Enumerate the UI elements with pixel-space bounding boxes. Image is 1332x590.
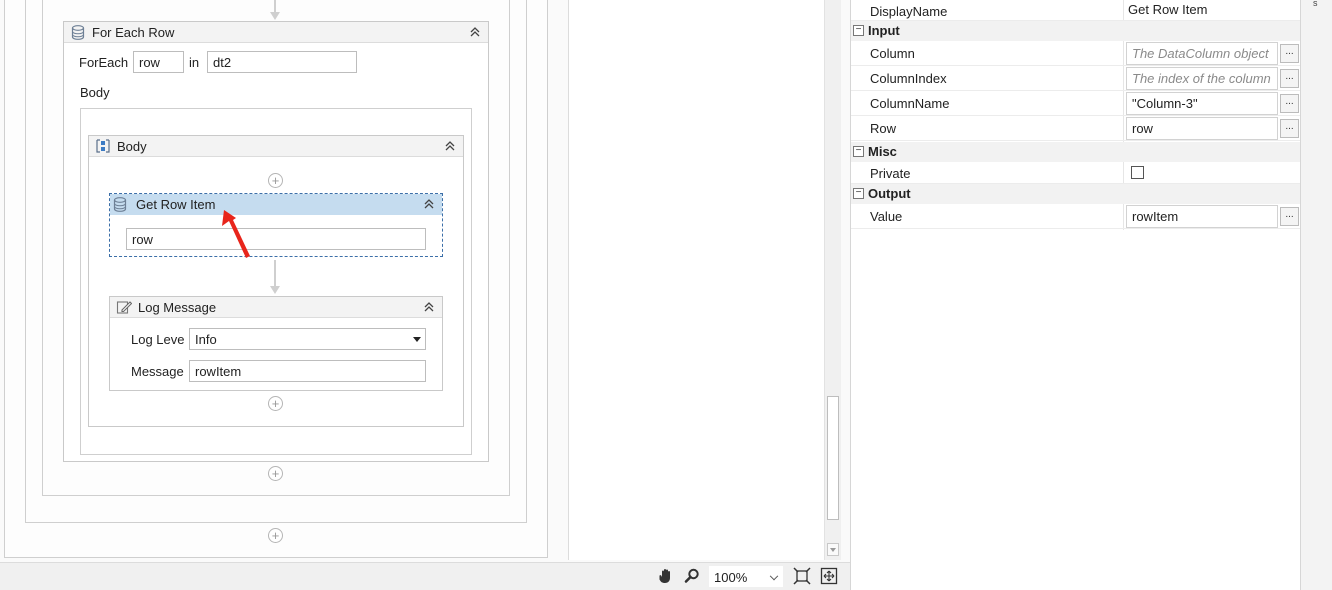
side-tab-label[interactable]: s — [1313, 0, 1318, 8]
add-activity-plus-icon[interactable]: + — [268, 396, 283, 411]
add-activity-plus-icon[interactable]: + — [268, 466, 283, 481]
get-row-item-title: Get Row Item — [136, 197, 216, 212]
add-activity-plus-icon[interactable]: + — [268, 528, 283, 543]
dropdown-arrow-icon — [413, 337, 421, 342]
sequence-icon — [95, 138, 111, 154]
category-misc[interactable]: − Misc — [851, 142, 1301, 162]
foreach-item-input[interactable]: row — [133, 51, 184, 73]
get-row-item-header[interactable]: Get Row Item — [110, 194, 442, 215]
category-title: Misc — [868, 144, 897, 159]
property-name: Private — [870, 166, 911, 181]
collapse-chevron-icon[interactable] — [422, 300, 436, 314]
get-row-item-row-input[interactable]: row — [126, 228, 426, 250]
property-name: DisplayName — [870, 4, 948, 19]
category-output[interactable]: − Output — [851, 184, 1301, 204]
body-sequence-header[interactable]: Body — [89, 136, 463, 157]
side-panel-strip[interactable]: s — [1300, 0, 1332, 590]
property-name: ColumnIndex — [870, 71, 947, 86]
property-name: Value — [870, 209, 903, 224]
property-row-value[interactable]: Value rowItem ... — [851, 204, 1301, 229]
property-name: ColumnName — [870, 96, 950, 111]
row-value-input[interactable]: row — [1126, 117, 1278, 140]
body-sequence-title: Body — [117, 138, 147, 154]
collapse-chevron-icon[interactable] — [468, 25, 482, 39]
zoom-select[interactable]: 100% — [709, 566, 783, 587]
columnindex-value-input[interactable]: The index of the column — [1126, 67, 1278, 90]
connector-line — [274, 260, 276, 288]
connector-arrowhead — [270, 286, 280, 294]
browse-button[interactable]: ... — [1280, 69, 1299, 88]
connector-arrowhead — [270, 12, 280, 20]
log-level-select[interactable]: Info — [189, 328, 426, 350]
designer-status-bar: 100% — [0, 562, 850, 590]
columnname-value-input[interactable]: "Column-3" — [1126, 92, 1278, 115]
overview-icon[interactable] — [820, 567, 838, 588]
dropdown-arrow-icon — [769, 571, 779, 581]
pan-hand-icon[interactable] — [657, 567, 675, 588]
property-name: Column — [870, 46, 915, 61]
log-level-label: Log Leve — [131, 332, 185, 347]
output-value-input[interactable]: rowItem — [1126, 205, 1278, 228]
column-value-input[interactable]: The DataColumn object — [1126, 42, 1278, 65]
foreach-collection-input[interactable]: dt2 — [207, 51, 357, 73]
fit-to-screen-icon[interactable] — [793, 567, 811, 588]
collapse-toggle-icon[interactable]: − — [853, 25, 864, 36]
log-message-icon — [116, 299, 132, 315]
properties-panel: DisplayName Get Row Item − Input Column … — [850, 0, 1301, 590]
datatable-icon — [112, 197, 128, 213]
vertical-scrollbar[interactable] — [824, 0, 841, 560]
property-row-columnname[interactable]: ColumnName "Column-3" ... — [851, 91, 1301, 116]
property-name: Row — [870, 121, 897, 136]
for-each-row-header[interactable]: For Each Row — [64, 22, 488, 43]
property-row-row[interactable]: Row row ... — [851, 116, 1301, 141]
property-row-column[interactable]: Column The DataColumn object ... — [851, 41, 1301, 66]
designer-right-area — [569, 0, 824, 560]
for-each-row-title: For Each Row — [92, 24, 175, 40]
browse-button[interactable]: ... — [1280, 94, 1299, 113]
property-row-displayname[interactable]: DisplayName Get Row Item — [851, 0, 1301, 21]
property-row-private[interactable]: Private — [851, 162, 1301, 184]
browse-button[interactable]: ... — [1280, 44, 1299, 63]
collapse-chevron-icon[interactable] — [443, 139, 457, 153]
message-label: Message — [131, 364, 184, 379]
get-row-item-activity[interactable]: Get Row Item row — [109, 193, 443, 257]
magnifier-icon[interactable] — [683, 567, 701, 588]
datatable-icon — [70, 24, 86, 40]
log-message-activity[interactable]: Log Message Log Leve Info Message rowIte… — [109, 296, 443, 391]
property-row-columnindex[interactable]: ColumnIndex The index of the column ... — [851, 66, 1301, 91]
log-message-header[interactable]: Log Message — [110, 297, 442, 318]
collapse-toggle-icon[interactable]: − — [853, 146, 864, 157]
log-message-title: Log Message — [138, 299, 217, 315]
body-label: Body — [80, 85, 110, 100]
message-input[interactable]: rowItem — [189, 360, 426, 382]
collapse-chevron-icon[interactable] — [422, 197, 436, 211]
log-level-value: Info — [195, 331, 217, 347]
browse-button[interactable]: ... — [1280, 119, 1299, 138]
workflow-designer-canvas[interactable]: For Each Row ForEach row in dt2 Body Bod… — [0, 0, 850, 590]
scrollbar-thumb[interactable] — [827, 396, 839, 520]
category-title: Output — [868, 186, 911, 201]
in-label: in — [189, 55, 200, 70]
category-title: Input — [868, 23, 900, 38]
foreach-label: ForEach — [79, 55, 129, 70]
scroll-down-icon[interactable] — [827, 543, 839, 556]
zoom-value: 100% — [714, 570, 748, 585]
property-value[interactable]: Get Row Item — [1128, 2, 1207, 17]
collapse-toggle-icon[interactable]: − — [853, 188, 864, 199]
private-checkbox[interactable] — [1131, 166, 1144, 179]
browse-button[interactable]: ... — [1280, 207, 1299, 226]
category-input[interactable]: − Input — [851, 21, 1301, 41]
add-activity-plus-icon[interactable]: + — [268, 173, 283, 188]
